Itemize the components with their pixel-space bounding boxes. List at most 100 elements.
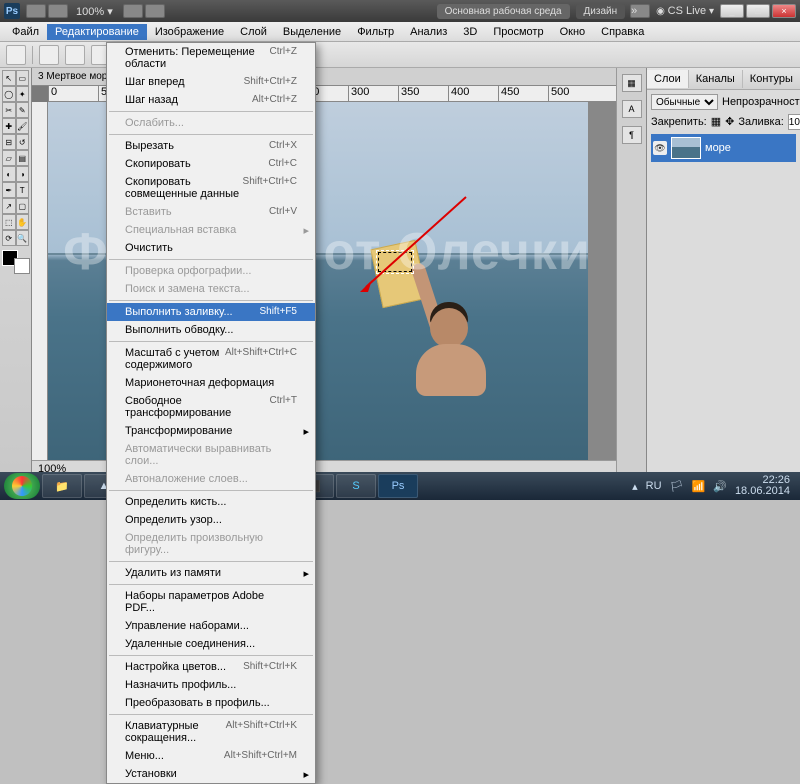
menu-pdf-presets[interactable]: Наборы параметров Adobe PDF...	[107, 587, 315, 617]
menu-menus[interactable]: Меню...Alt+Shift+Ctrl+M	[107, 747, 315, 765]
menu-convert-profile[interactable]: Преобразовать в профиль...	[107, 694, 315, 712]
menu-file[interactable]: Файл	[4, 24, 47, 40]
menu-transform[interactable]: Трансформирование▸	[107, 422, 315, 440]
tray-clock[interactable]: 22:26 18.06.2014	[735, 475, 790, 497]
tray-show-hidden-icon[interactable]: ▴	[632, 480, 638, 493]
minimize-button[interactable]: _	[720, 4, 744, 18]
screen-mode-icon[interactable]	[145, 4, 165, 18]
start-button[interactable]	[4, 473, 40, 499]
menu-copy-merged[interactable]: Скопировать совмещенные данныеShift+Ctrl…	[107, 173, 315, 203]
menu-3d[interactable]: 3D	[455, 24, 485, 40]
menu-fill[interactable]: Выполнить заливку...Shift+F5	[107, 303, 315, 321]
layer-row[interactable]: 👁 море	[651, 134, 796, 162]
character-panel-icon[interactable]: A	[622, 100, 642, 118]
menu-remote-connections[interactable]: Удаленные соединения...	[107, 635, 315, 653]
taskbar-skype[interactable]: S	[336, 474, 376, 498]
taskbar-explorer[interactable]: 📁	[42, 474, 82, 498]
layer-thumbnail[interactable]	[671, 137, 701, 159]
bridge-icon[interactable]	[26, 4, 46, 18]
taskbar-photoshop[interactable]: Ps	[378, 474, 418, 498]
hand-tool[interactable]: ✋	[16, 214, 30, 230]
type-tool[interactable]: T	[16, 182, 30, 198]
menu-cut[interactable]: ВырезатьCtrl+X	[107, 137, 315, 155]
tab-layers[interactable]: Слои	[647, 70, 689, 88]
eraser-tool[interactable]: ▱	[2, 150, 16, 166]
lock-pixels-icon[interactable]: ▦	[711, 115, 721, 129]
menu-assign-profile[interactable]: Назначить профиль...	[107, 676, 315, 694]
menu-undo[interactable]: Отменить: Перемещение областиCtrl+Z	[107, 43, 315, 73]
zoom-display[interactable]: 100% ▾	[76, 5, 113, 18]
view-extras-icon[interactable]	[123, 4, 143, 18]
marquee-selection[interactable]	[378, 252, 412, 272]
wand-tool[interactable]: ✦	[16, 86, 30, 102]
menu-analysis[interactable]: Анализ	[402, 24, 455, 40]
workspace-essentials[interactable]: Основная рабочая среда	[437, 4, 570, 19]
move-tool[interactable]: ↖	[2, 70, 16, 86]
workspace-more-icon[interactable]: »	[630, 4, 650, 18]
cslive-button[interactable]: ◉ CS Live ▾	[656, 5, 714, 17]
lock-position-icon[interactable]: ✥	[725, 115, 734, 129]
menu-edit[interactable]: Редактирование	[47, 24, 147, 40]
gradient-tool[interactable]: ▤	[16, 150, 30, 166]
marquee-tool[interactable]: ▭	[16, 70, 30, 86]
3d-tool[interactable]: ⬚	[2, 214, 16, 230]
tray-volume-icon[interactable]: 🔊	[713, 480, 727, 493]
menu-color-settings[interactable]: Настройка цветов...Shift+Ctrl+K	[107, 658, 315, 676]
menu-view[interactable]: Просмотр	[485, 24, 551, 40]
menu-copy[interactable]: СкопироватьCtrl+C	[107, 155, 315, 173]
tray-flag-icon[interactable]: 🏳	[670, 480, 684, 493]
path-tool[interactable]: ↗	[2, 198, 16, 214]
menu-stroke[interactable]: Выполнить обводку...	[107, 321, 315, 339]
menu-layer[interactable]: Слой	[232, 24, 275, 40]
shape-tool[interactable]: ▢	[16, 198, 30, 214]
tab-paths[interactable]: Контуры	[743, 70, 800, 88]
heal-tool[interactable]: ✚	[2, 118, 16, 134]
menu-preferences[interactable]: Установки▸	[107, 765, 315, 783]
menu-filter[interactable]: Фильтр	[349, 24, 402, 40]
pen-tool[interactable]: ✒	[2, 182, 16, 198]
menu-purge[interactable]: Удалить из памяти▸	[107, 564, 315, 582]
paragraph-panel-icon[interactable]: ¶	[622, 126, 642, 144]
menu-help[interactable]: Справка	[593, 24, 652, 40]
crop-tool[interactable]: ✂	[2, 102, 16, 118]
close-button[interactable]: ×	[772, 4, 796, 18]
fill-input[interactable]	[788, 114, 800, 130]
color-swatch[interactable]	[2, 250, 30, 274]
blend-mode-select[interactable]: Обычные	[651, 94, 718, 110]
tab-channels[interactable]: Каналы	[689, 70, 743, 88]
history-panel-icon[interactable]: ▦	[622, 74, 642, 92]
menu-define-brush[interactable]: Определить кисть...	[107, 493, 315, 511]
menu-puppet-warp[interactable]: Марионеточная деформация	[107, 374, 315, 392]
tool-preset-icon[interactable]	[6, 45, 26, 65]
zoom-tool[interactable]: 🔍	[16, 230, 30, 246]
menu-keyboard-shortcuts[interactable]: Клавиатурные сокращения...Alt+Shift+Ctrl…	[107, 717, 315, 747]
layer-name[interactable]: море	[705, 142, 731, 154]
menu-window[interactable]: Окно	[552, 24, 594, 40]
stamp-tool[interactable]: ⊟	[2, 134, 16, 150]
main-menubar: Файл Редактирование Изображение Слой Выд…	[0, 22, 800, 42]
menu-clear[interactable]: Очистить	[107, 239, 315, 257]
selection-new-icon[interactable]	[39, 45, 59, 65]
rotate-tool[interactable]: ⟳	[2, 230, 16, 246]
tray-network-icon[interactable]: 📶	[692, 480, 706, 493]
menu-select[interactable]: Выделение	[275, 24, 349, 40]
visibility-icon[interactable]: 👁	[653, 141, 667, 155]
menu-step-forward[interactable]: Шаг впередShift+Ctrl+Z	[107, 73, 315, 91]
brush-tool[interactable]: 🖌	[16, 118, 30, 134]
menu-define-pattern[interactable]: Определить узор...	[107, 511, 315, 529]
menu-content-aware-scale[interactable]: Масштаб с учетом содержимогоAlt+Shift+Ct…	[107, 344, 315, 374]
eyedropper-tool[interactable]: ✎	[16, 102, 30, 118]
menu-step-backward[interactable]: Шаг назадAlt+Ctrl+Z	[107, 91, 315, 109]
selection-add-icon[interactable]	[65, 45, 85, 65]
minibridge-icon[interactable]	[48, 4, 68, 18]
maximize-button[interactable]: □	[746, 4, 770, 18]
tray-lang[interactable]: RU	[646, 480, 662, 492]
lasso-tool[interactable]: ◯	[2, 86, 16, 102]
menu-preset-manager[interactable]: Управление наборами...	[107, 617, 315, 635]
menu-image[interactable]: Изображение	[147, 24, 232, 40]
blur-tool[interactable]: ◐	[2, 166, 16, 182]
menu-free-transform[interactable]: Свободное трансформированиеCtrl+T	[107, 392, 315, 422]
history-brush-tool[interactable]: ↺	[16, 134, 30, 150]
dodge-tool[interactable]: ◑	[16, 166, 30, 182]
workspace-design[interactable]: Дизайн	[576, 4, 626, 19]
